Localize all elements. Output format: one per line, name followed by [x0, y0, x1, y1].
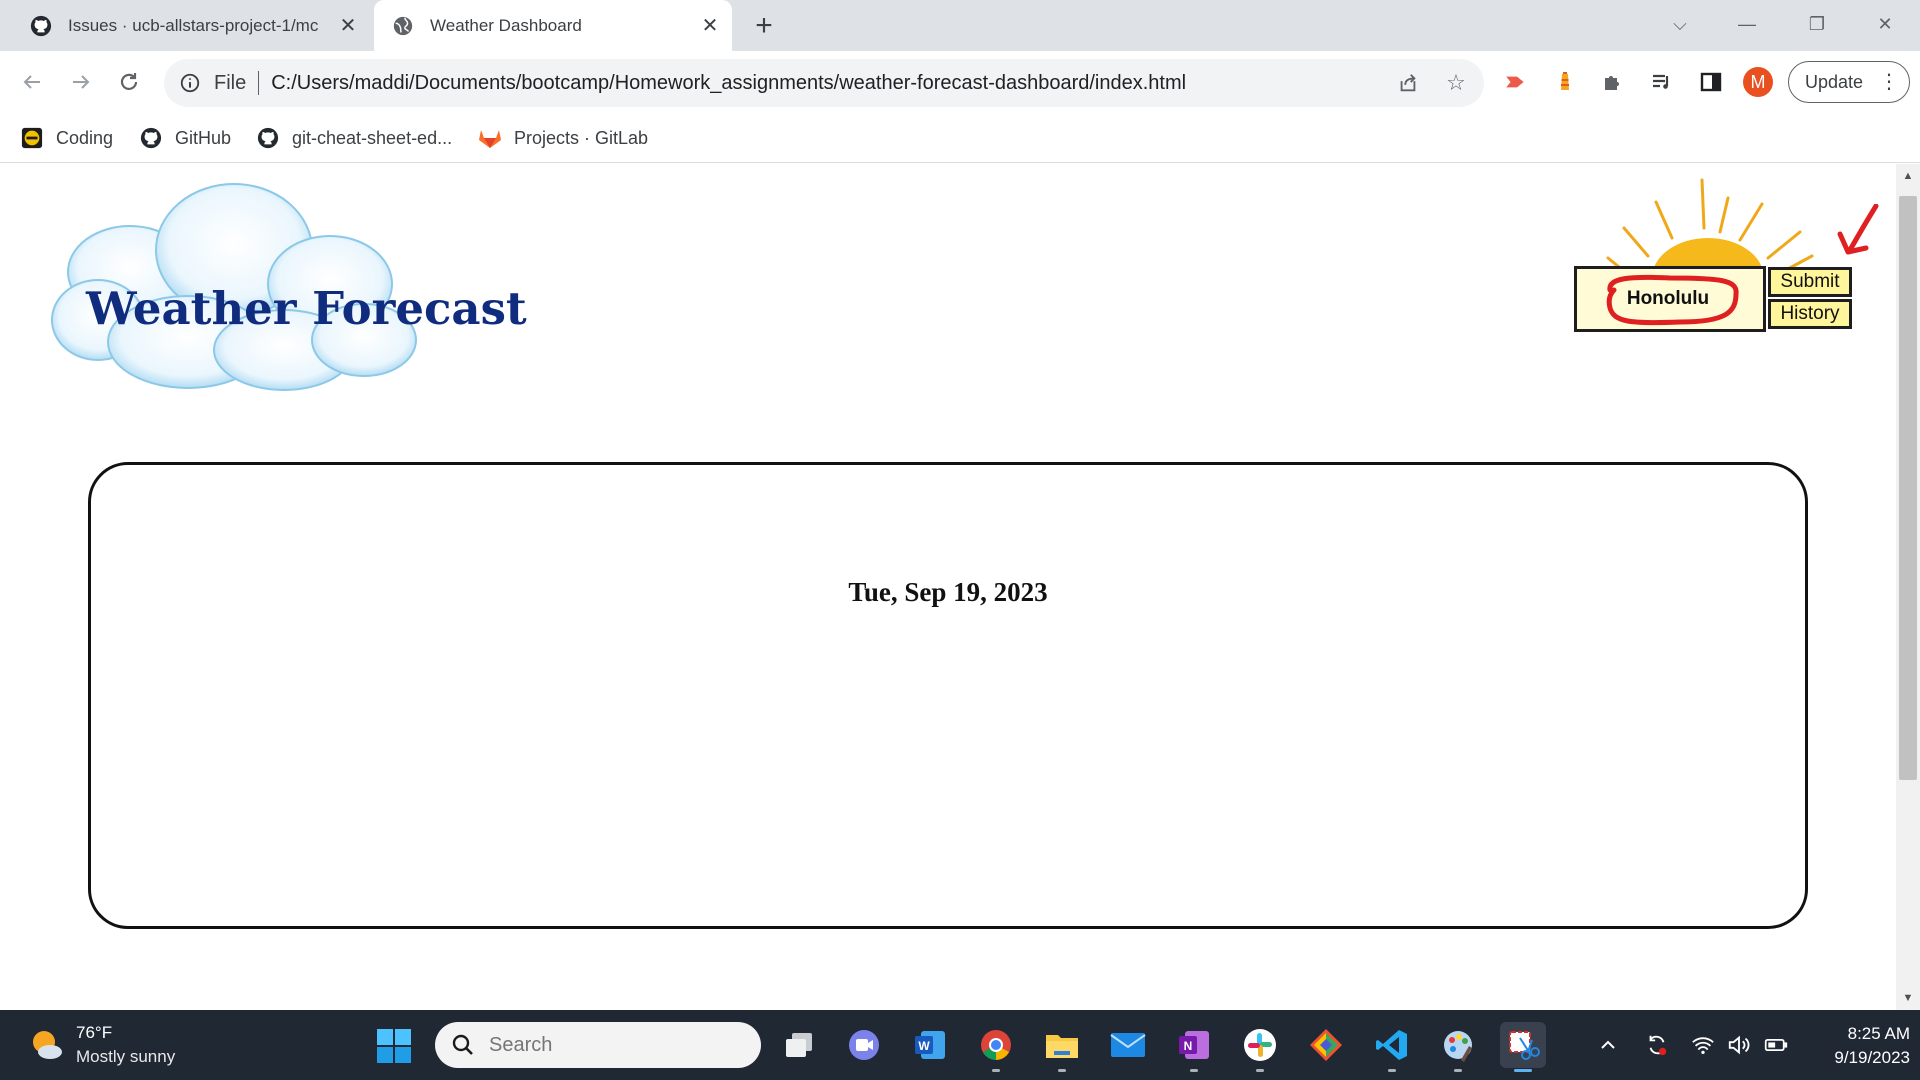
bookmark-star-icon[interactable]: ☆: [1444, 70, 1468, 95]
weather-temperature: 76°F: [76, 1023, 113, 1042]
browser-tab-strip: Issues · ucb-allstars-project-1/mc ✕ Wea…: [0, 0, 1920, 51]
submit-button[interactable]: Submit: [1768, 267, 1852, 297]
minimize-icon[interactable]: —: [1727, 6, 1767, 42]
clock-date: 9/19/2023: [1834, 1048, 1910, 1067]
back-button[interactable]: [12, 62, 52, 102]
history-button[interactable]: History: [1768, 299, 1852, 329]
paint-icon[interactable]: [1435, 1022, 1481, 1072]
address-bar[interactable]: File C:/Users/maddi/Documents/bootcamp/H…: [164, 59, 1484, 107]
svg-text:N: N: [1184, 1039, 1193, 1053]
restore-icon[interactable]: ❐: [1797, 6, 1837, 42]
word-icon[interactable]: W: [907, 1022, 953, 1068]
forecast-date: Tue, Sep 19, 2023: [848, 577, 1048, 607]
forward-arrow-icon: [73, 75, 90, 89]
extension-lighthouse-icon[interactable]: [1550, 67, 1580, 97]
scroll-down-icon[interactable]: ▼: [1900, 990, 1916, 1006]
bookmarks-bar: Coding GitHub git-cheat-sheet-ed... Proj…: [0, 113, 1920, 163]
profile-avatar[interactable]: M: [1743, 67, 1773, 97]
github-icon: [139, 126, 163, 150]
page-viewport: Weather Forecast Submit History: [0, 164, 1896, 1010]
scroll-up-icon[interactable]: ▲: [1900, 168, 1916, 184]
windows-start-icon[interactable]: [376, 1028, 412, 1064]
browser-toolbar: File C:/Users/maddi/Documents/bootcamp/H…: [0, 51, 1920, 113]
forecast-card: Tue, Sep 19, 2023: [88, 462, 1808, 929]
url-text[interactable]: C:/Users/maddi/Documents/bootcamp/Homewo…: [271, 72, 1186, 95]
address-separator: [258, 71, 260, 95]
system-clock[interactable]: 8:25 AM 9/19/2023: [1800, 1022, 1910, 1070]
search-icon: [452, 1034, 473, 1055]
wifi-icon[interactable]: [1691, 1033, 1715, 1057]
git-kraken-icon[interactable]: [1303, 1022, 1349, 1068]
coding-folder-icon: [20, 126, 44, 150]
partly-sunny-icon: [33, 1031, 62, 1059]
github-icon: [256, 126, 280, 150]
file-explorer-icon[interactable]: [1039, 1022, 1085, 1072]
sync-alert-icon[interactable]: [1645, 1033, 1669, 1057]
bookmark-gitlab[interactable]: Projects · GitLab: [478, 123, 648, 153]
bookmark-label: Coding: [56, 127, 114, 148]
gitlab-icon: [478, 126, 502, 150]
bookmark-label: Projects · GitLab: [514, 127, 649, 148]
vscode-icon[interactable]: [1369, 1022, 1415, 1072]
more-menu-icon[interactable]: ⋮: [1879, 70, 1899, 94]
teams-icon[interactable]: [841, 1022, 887, 1068]
weather-condition: Mostly sunny: [76, 1047, 176, 1066]
page-title: Weather Forecast: [86, 282, 527, 335]
mail-icon[interactable]: [1105, 1022, 1151, 1068]
forward-button[interactable]: [61, 62, 101, 102]
tab-title: Weather Dashboard: [430, 15, 582, 35]
update-label: Update: [1805, 71, 1864, 92]
taskbar-search-input[interactable]: [489, 1033, 729, 1057]
battery-icon[interactable]: [1764, 1033, 1788, 1057]
github-icon: [30, 15, 52, 37]
back-arrow-icon: [23, 75, 40, 89]
close-icon[interactable]: ✕: [334, 12, 362, 40]
weather-forecast-logo: Weather Forecast: [38, 180, 527, 394]
tab-search-chevron-icon[interactable]: ⌵: [1660, 6, 1700, 42]
onenote-icon[interactable]: N: [1171, 1022, 1217, 1072]
share-icon[interactable]: [1396, 71, 1420, 95]
clock-time: 8:25 AM: [1847, 1024, 1910, 1043]
scheme-label: File: [214, 71, 247, 94]
taskbar-search[interactable]: [435, 1022, 761, 1068]
red-arrow-annotation: [1837, 204, 1879, 255]
reload-icon: [120, 73, 138, 90]
reload-button[interactable]: [109, 62, 149, 102]
snipping-tool-icon[interactable]: [1500, 1022, 1546, 1072]
bookmark-label: git-cheat-sheet-ed...: [292, 127, 453, 148]
bookmark-github[interactable]: GitHub: [139, 123, 231, 153]
new-tab-button[interactable]: +: [746, 8, 782, 44]
slack-icon[interactable]: [1237, 1022, 1283, 1072]
chrome-icon[interactable]: [973, 1022, 1019, 1072]
tab-title: Issues · ucb-allstars-project-1/mc: [68, 15, 319, 35]
show-hidden-icons-chevron-icon[interactable]: [1596, 1033, 1620, 1057]
bookmark-git-cheat-sheet[interactable]: git-cheat-sheet-ed...: [256, 123, 452, 153]
close-icon[interactable]: ✕: [696, 12, 724, 40]
volume-icon[interactable]: [1727, 1033, 1751, 1057]
side-panel-icon[interactable]: [1696, 67, 1726, 97]
tab-github-issues[interactable]: Issues · ucb-allstars-project-1/mc ✕: [12, 0, 370, 51]
task-view-icon[interactable]: [776, 1022, 822, 1068]
window-close-icon[interactable]: ✕: [1865, 6, 1905, 42]
windows-taskbar: 76°F Mostly sunny W N: [0, 1010, 1920, 1080]
info-icon[interactable]: [178, 71, 202, 95]
tab-weather-dashboard[interactable]: Weather Dashboard ✕: [374, 0, 732, 51]
sun-icon: [1590, 178, 1878, 278]
globe-icon: [392, 15, 414, 37]
extensions-puzzle-icon[interactable]: [1598, 67, 1628, 97]
svg-text:W: W: [918, 1039, 930, 1053]
bookmark-coding[interactable]: Coding: [20, 123, 113, 153]
reading-list-icon[interactable]: [1647, 67, 1677, 97]
extension-record-icon[interactable]: [1501, 67, 1531, 97]
weather-widget[interactable]: 76°F Mostly sunny: [30, 1020, 175, 1070]
bookmark-label: GitHub: [175, 127, 232, 148]
update-button[interactable]: Update ⋮: [1788, 61, 1910, 103]
scrollbar-thumb[interactable]: [1899, 196, 1917, 780]
red-circle-annotation: [1606, 274, 1739, 326]
